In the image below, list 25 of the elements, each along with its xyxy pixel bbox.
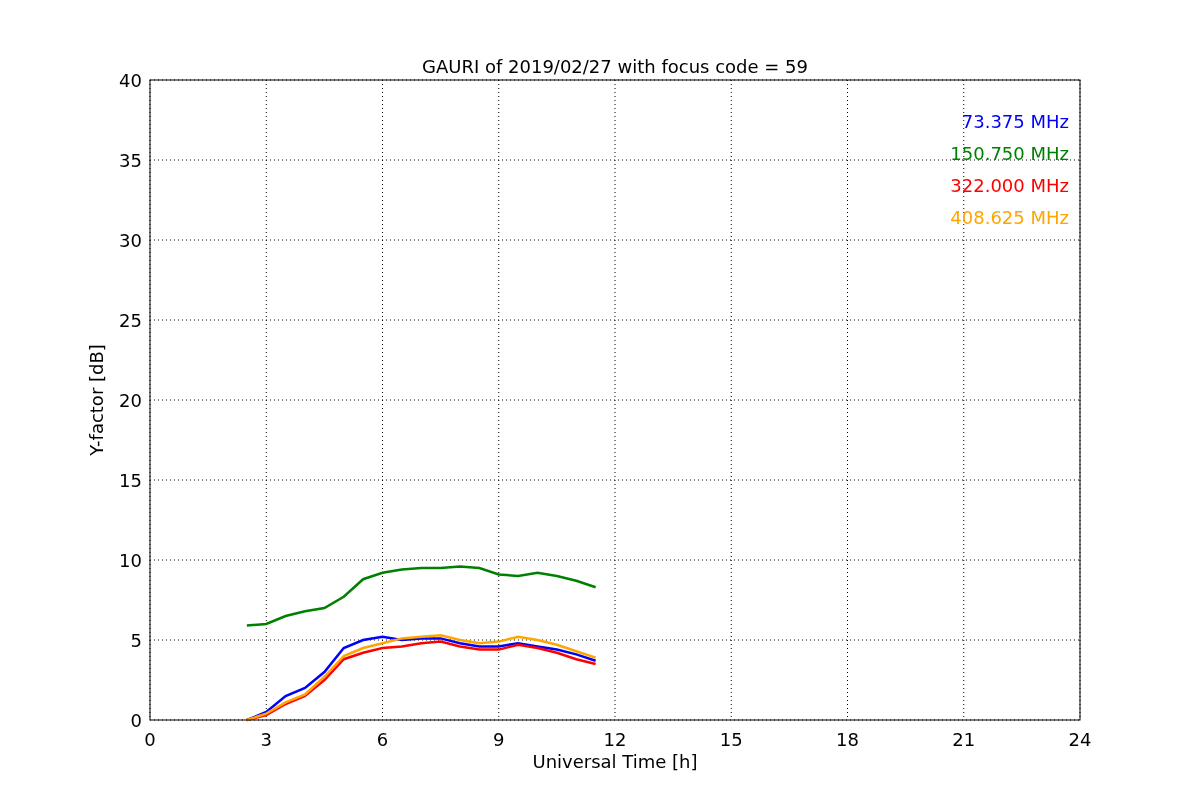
x-tick-label: 6 — [376, 729, 389, 750]
y-tick-label: 40 — [119, 70, 142, 91]
y-tick-label: 10 — [119, 550, 142, 571]
legend-label: 150.750 MHz — [950, 143, 1069, 164]
y-tick-label: 15 — [119, 470, 142, 491]
chart-title: GAURI of 2019/02/27 with focus code = 59 — [422, 56, 808, 77]
x-tick-label: 9 — [493, 729, 505, 750]
y-tick-label: 25 — [119, 310, 142, 331]
x-tick-label: 21 — [952, 729, 976, 750]
y-axis-label: Y-factor [dB] — [86, 344, 107, 456]
x-tick-label: 18 — [836, 729, 859, 750]
y-tick-label: 5 — [130, 630, 142, 651]
x-axis-label: Universal Time [h] — [532, 751, 698, 772]
x-tick-label: 15 — [719, 729, 743, 750]
legend-label: 322.000 MHz — [950, 175, 1069, 196]
y-tick-label: 20 — [119, 390, 142, 411]
y-tick-label: 0 — [130, 710, 142, 731]
legend-label: 73.375 MHz — [961, 111, 1069, 132]
y-tick-label: 30 — [119, 230, 142, 251]
x-tick-label: 24 — [1068, 729, 1092, 750]
x-tick-label: 12 — [603, 729, 627, 750]
x-tick-label: 3 — [260, 729, 272, 750]
y-tick-label: 35 — [119, 150, 142, 171]
x-tick-label: 0 — [144, 729, 156, 750]
legend-label: 408.625 MHz — [950, 207, 1069, 228]
